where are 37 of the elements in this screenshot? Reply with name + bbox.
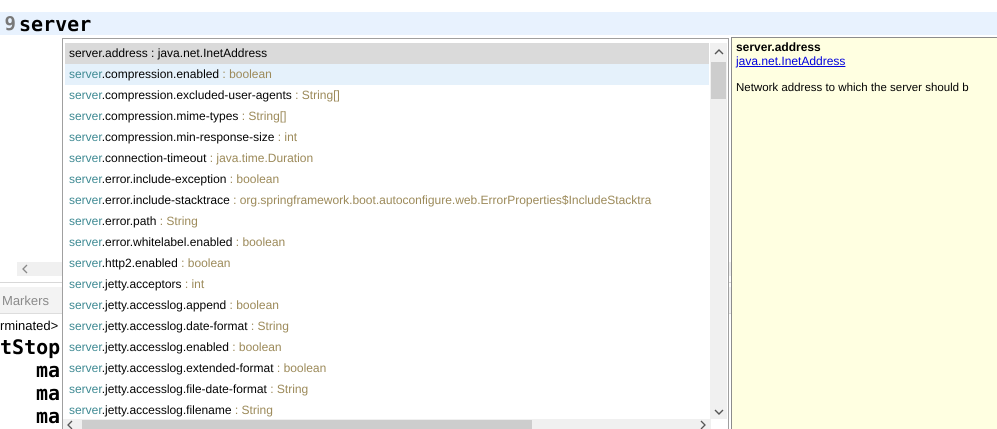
vertical-scrollbar[interactable] (710, 43, 727, 419)
scroll-thumb[interactable] (82, 420, 532, 429)
console-text: ma (35, 405, 60, 428)
scroll-left-icon[interactable] (66, 420, 74, 429)
property-name: server.address (736, 40, 822, 54)
completion-item[interactable]: server.jetty.accesslog.enabled : boolean (65, 337, 709, 358)
scroll-up-icon[interactable] (714, 48, 724, 55)
scroll-left-icon[interactable] (21, 264, 29, 274)
completion-item[interactable]: server.compression.min-response-size : int (65, 127, 709, 148)
property-description: Network address to which the server should b (736, 82, 970, 94)
code-text: server (18, 12, 92, 36)
completion-item[interactable]: server.http2.enabled : boolean (65, 253, 709, 274)
completion-item[interactable]: server.error.path : String (65, 211, 709, 232)
horizontal-scrollbar[interactable] (63, 419, 711, 429)
console-text: ma (35, 382, 60, 405)
completion-item[interactable]: server.compression.enabled : boolean (65, 64, 709, 85)
scroll-right-icon[interactable] (699, 420, 707, 429)
completion-item[interactable]: server.compression.excluded-user-agents : String[] (65, 85, 709, 106)
completion-item[interactable]: server.address : java.net.InetAddress (65, 43, 709, 64)
console-text: tStop (0, 336, 60, 359)
type-link[interactable]: java.net.InetAddress (736, 54, 846, 68)
completion-item[interactable]: server.jetty.accesslog.date-format : String (65, 316, 709, 337)
scroll-thumb[interactable] (711, 62, 726, 99)
completion-item[interactable]: server.compression.mime-types : String[] (65, 106, 709, 127)
line-number: 9 (4, 12, 16, 34)
completion-item[interactable]: server.jetty.accesslog.append : boolean (65, 295, 709, 316)
completion-item[interactable]: server.jetty.accesslog.filename : String (65, 400, 709, 421)
completion-item[interactable]: server.error.include-stacktrace : org.springframework.boot.autoconfigure.web.ErrorProperties$IncludeStacktra (65, 190, 709, 211)
scroll-down-icon[interactable] (714, 409, 724, 416)
completion-item[interactable]: server.jetty.accesslog.extended-format : boolean (65, 358, 709, 379)
completion-item[interactable]: server.error.whitelabel.enabled : boolean (65, 232, 709, 253)
completion-item[interactable]: server.connection-timeout : java.time.Duration (65, 148, 709, 169)
completion-item[interactable]: server.jetty.accesslog.file-date-format : String (65, 379, 709, 400)
console-text: ma (36, 359, 60, 382)
completion-item[interactable]: server.jetty.acceptors : int (65, 274, 709, 295)
completion-item[interactable]: server.error.include-exception : boolean (65, 169, 709, 190)
console-status: rminated> (0, 317, 58, 335)
